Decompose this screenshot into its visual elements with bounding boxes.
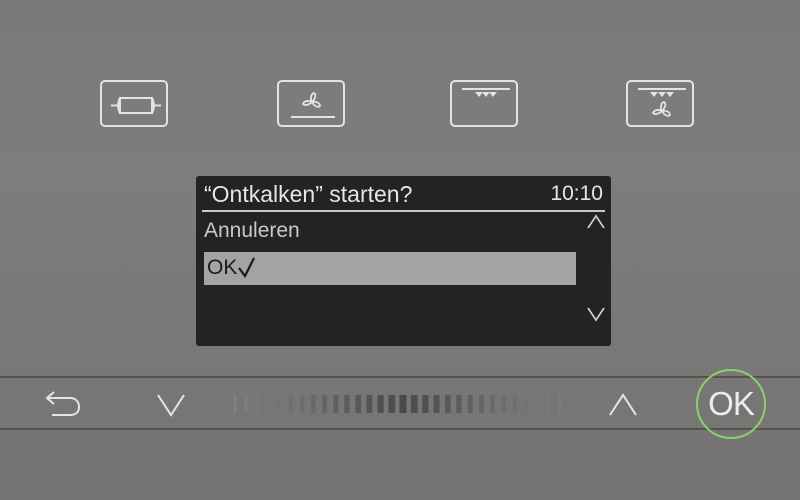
slider-tick	[422, 395, 429, 413]
menu-item-cancel[interactable]: Annuleren	[204, 219, 300, 243]
slider-tick	[524, 395, 528, 413]
slider-tick	[333, 395, 339, 413]
dialog-title: “Ontkalken” starten?	[204, 181, 413, 207]
slider-tick	[433, 395, 440, 413]
mode-button-rotisserie[interactable]	[100, 80, 168, 127]
fan-top-heat-icon	[638, 88, 686, 117]
title-divider	[202, 210, 605, 212]
slider-tick	[558, 395, 561, 413]
mode-button-fan-bottom-heat[interactable]	[277, 80, 345, 127]
slider-tick	[267, 395, 271, 413]
control-strip-bottom-line	[0, 428, 800, 430]
slider-tick	[234, 395, 236, 413]
ok-button-label: OK	[708, 385, 755, 422]
clock-time: 10:10	[550, 182, 603, 205]
slider-tick	[355, 395, 362, 413]
lcd-display: “Ontkalken” starten? 10:10 Annuleren OK	[196, 176, 611, 346]
menu-item-ok-label: OK	[207, 256, 238, 279]
down-button[interactable]	[154, 391, 188, 419]
slider-tick	[479, 395, 484, 413]
slider-tick	[513, 395, 517, 413]
rotisserie-icon	[111, 97, 161, 114]
slider-tick	[456, 395, 462, 413]
slider-tick	[410, 395, 418, 413]
slider-tick	[278, 395, 282, 413]
chevron-down-icon	[157, 394, 185, 417]
slider-tick	[490, 395, 495, 413]
slider-tick	[289, 395, 293, 413]
slider-tick	[535, 395, 539, 413]
slider-tick	[311, 395, 316, 413]
slider-tick	[547, 395, 550, 413]
value-slider[interactable]	[232, 395, 568, 413]
slider-tick	[322, 395, 327, 413]
mode-button-top-heat[interactable]	[450, 80, 518, 127]
up-button[interactable]	[606, 391, 640, 419]
top-heat-icon	[462, 88, 510, 97]
slider-tick	[388, 395, 396, 413]
back-button[interactable]	[42, 389, 84, 421]
slider-tick	[399, 395, 407, 413]
ok-button[interactable]: OK	[696, 369, 766, 439]
slider-tick	[467, 395, 473, 413]
slider-tick	[501, 395, 506, 413]
checkmark-icon	[238, 257, 255, 279]
slider-tick	[256, 395, 259, 413]
slider-tick	[445, 395, 451, 413]
scroll-up-icon	[587, 214, 605, 229]
scroll-down-icon	[587, 307, 605, 322]
control-strip-top-line	[0, 376, 800, 378]
chevron-up-icon	[609, 393, 637, 416]
slider-tick	[245, 395, 248, 413]
mode-button-fan-top-heat[interactable]	[626, 80, 694, 127]
slider-tick	[366, 395, 373, 413]
back-arrow-icon	[45, 391, 81, 416]
fan-bottom-heat-icon	[291, 92, 335, 118]
slider-tick	[300, 395, 305, 413]
slider-tick	[377, 395, 384, 413]
menu-item-ok[interactable]: OK	[204, 252, 576, 285]
slider-tick	[344, 395, 350, 413]
